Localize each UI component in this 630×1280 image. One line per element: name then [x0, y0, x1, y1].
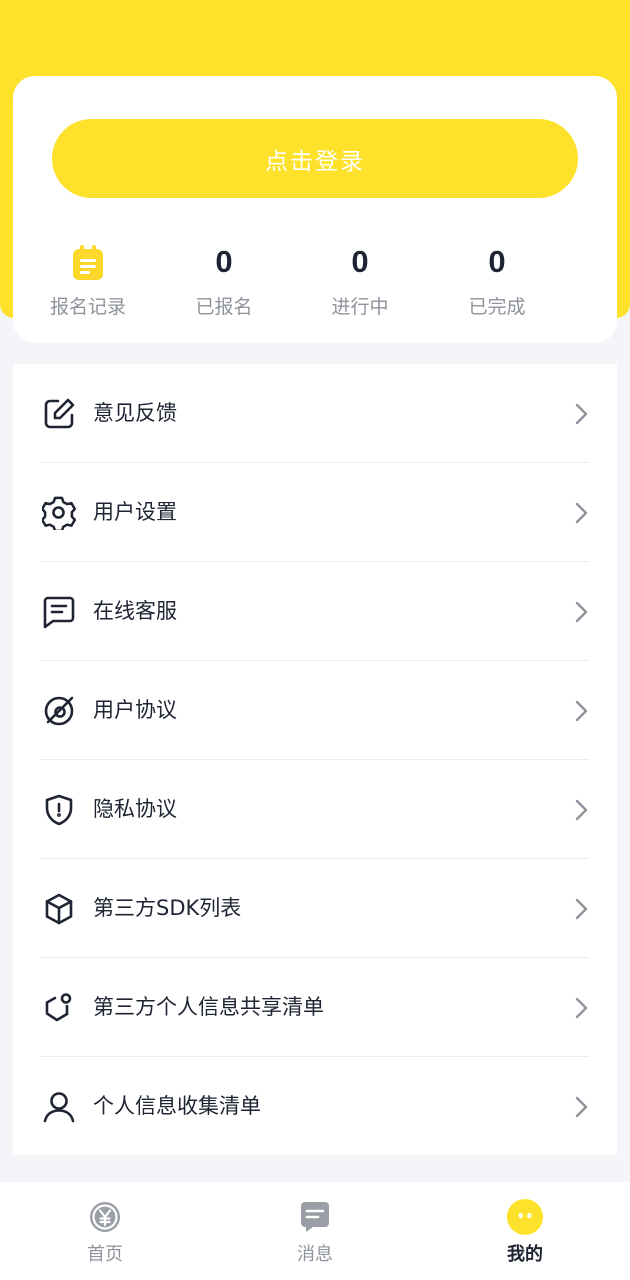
chat-icon	[41, 594, 77, 630]
stat-value: 0	[215, 244, 233, 279]
bottom-tab-bar: 首页 消息 我的	[0, 1182, 630, 1280]
stat-label: 已报名	[195, 296, 253, 318]
stat-value: 0	[488, 244, 506, 279]
tab-label: 消息	[297, 1244, 333, 1265]
login-button[interactable]: 点击登录	[52, 119, 578, 198]
menu-item-info-sharing-list[interactable]: 第三方个人信息共享清单	[13, 958, 617, 1057]
menu-item-sdk-list[interactable]: 第三方SDK列表	[13, 859, 617, 958]
menu-item-label: 第三方个人信息共享清单	[93, 995, 324, 1019]
mine-icon	[506, 1198, 544, 1236]
stat-value: 0	[351, 244, 369, 279]
cube-icon	[41, 891, 77, 927]
menu-list: 意见反馈 用户设置 在线客服 用户协议 隐私协议 第三方SDK列表 第三方个人信…	[13, 364, 617, 1155]
tab-mine[interactable]: 我的	[460, 1182, 590, 1280]
menu-item-user-settings[interactable]: 用户设置	[13, 463, 617, 562]
message-icon	[296, 1198, 334, 1236]
shield-icon	[41, 792, 77, 828]
stat-in-progress[interactable]: 0 进行中	[300, 236, 420, 326]
menu-item-label: 用户设置	[93, 500, 177, 524]
chevron-right-icon	[575, 898, 588, 920]
menu-item-label: 用户协议	[93, 698, 177, 722]
chevron-right-icon	[575, 1096, 588, 1118]
signup-record-icon	[71, 236, 105, 290]
stats-row: 报名记录 0 已报名 0 进行中 0 已完成	[13, 236, 617, 326]
menu-item-info-collection-list[interactable]: 个人信息收集清单	[13, 1057, 617, 1156]
edit-icon	[41, 396, 77, 432]
menu-item-privacy-agreement[interactable]: 隐私协议	[13, 760, 617, 859]
tab-label: 我的	[507, 1244, 543, 1265]
stat-registered[interactable]: 0 已报名	[164, 236, 284, 326]
chevron-right-icon	[575, 601, 588, 623]
menu-item-label: 在线客服	[93, 599, 177, 623]
chevron-right-icon	[575, 997, 588, 1019]
menu-item-label: 个人信息收集清单	[93, 1094, 261, 1118]
menu-item-user-agreement[interactable]: 用户协议	[13, 661, 617, 760]
stat-label: 报名记录	[49, 296, 126, 318]
stat-signup-record[interactable]: 报名记录	[28, 236, 148, 326]
menu-item-online-service[interactable]: 在线客服	[13, 562, 617, 661]
tab-messages[interactable]: 消息	[250, 1182, 380, 1280]
menu-item-label: 隐私协议	[93, 797, 177, 821]
mine-page: 点击登录 报名记录 0 已报名 0 进行中 0 已完成 意见反馈 用户设置 在线…	[0, 0, 630, 1280]
menu-item-label: 第三方SDK列表	[93, 896, 242, 920]
share-icon	[41, 990, 77, 1026]
agreement-icon	[41, 693, 77, 729]
tab-label: 首页	[87, 1244, 123, 1265]
stat-label: 已完成	[468, 296, 526, 318]
menu-item-feedback[interactable]: 意见反馈	[13, 364, 617, 463]
chevron-right-icon	[575, 799, 588, 821]
user-icon	[41, 1089, 77, 1125]
menu-item-label: 意见反馈	[93, 401, 177, 425]
stat-completed[interactable]: 0 已完成	[437, 236, 557, 326]
gear-icon	[41, 495, 77, 531]
chevron-right-icon	[575, 700, 588, 722]
chevron-right-icon	[575, 502, 588, 524]
profile-card: 点击登录 报名记录 0 已报名 0 进行中 0 已完成	[13, 76, 617, 343]
yen-icon	[86, 1198, 124, 1236]
tab-home[interactable]: 首页	[40, 1182, 170, 1280]
chevron-right-icon	[575, 403, 588, 425]
stat-label: 进行中	[331, 296, 389, 318]
